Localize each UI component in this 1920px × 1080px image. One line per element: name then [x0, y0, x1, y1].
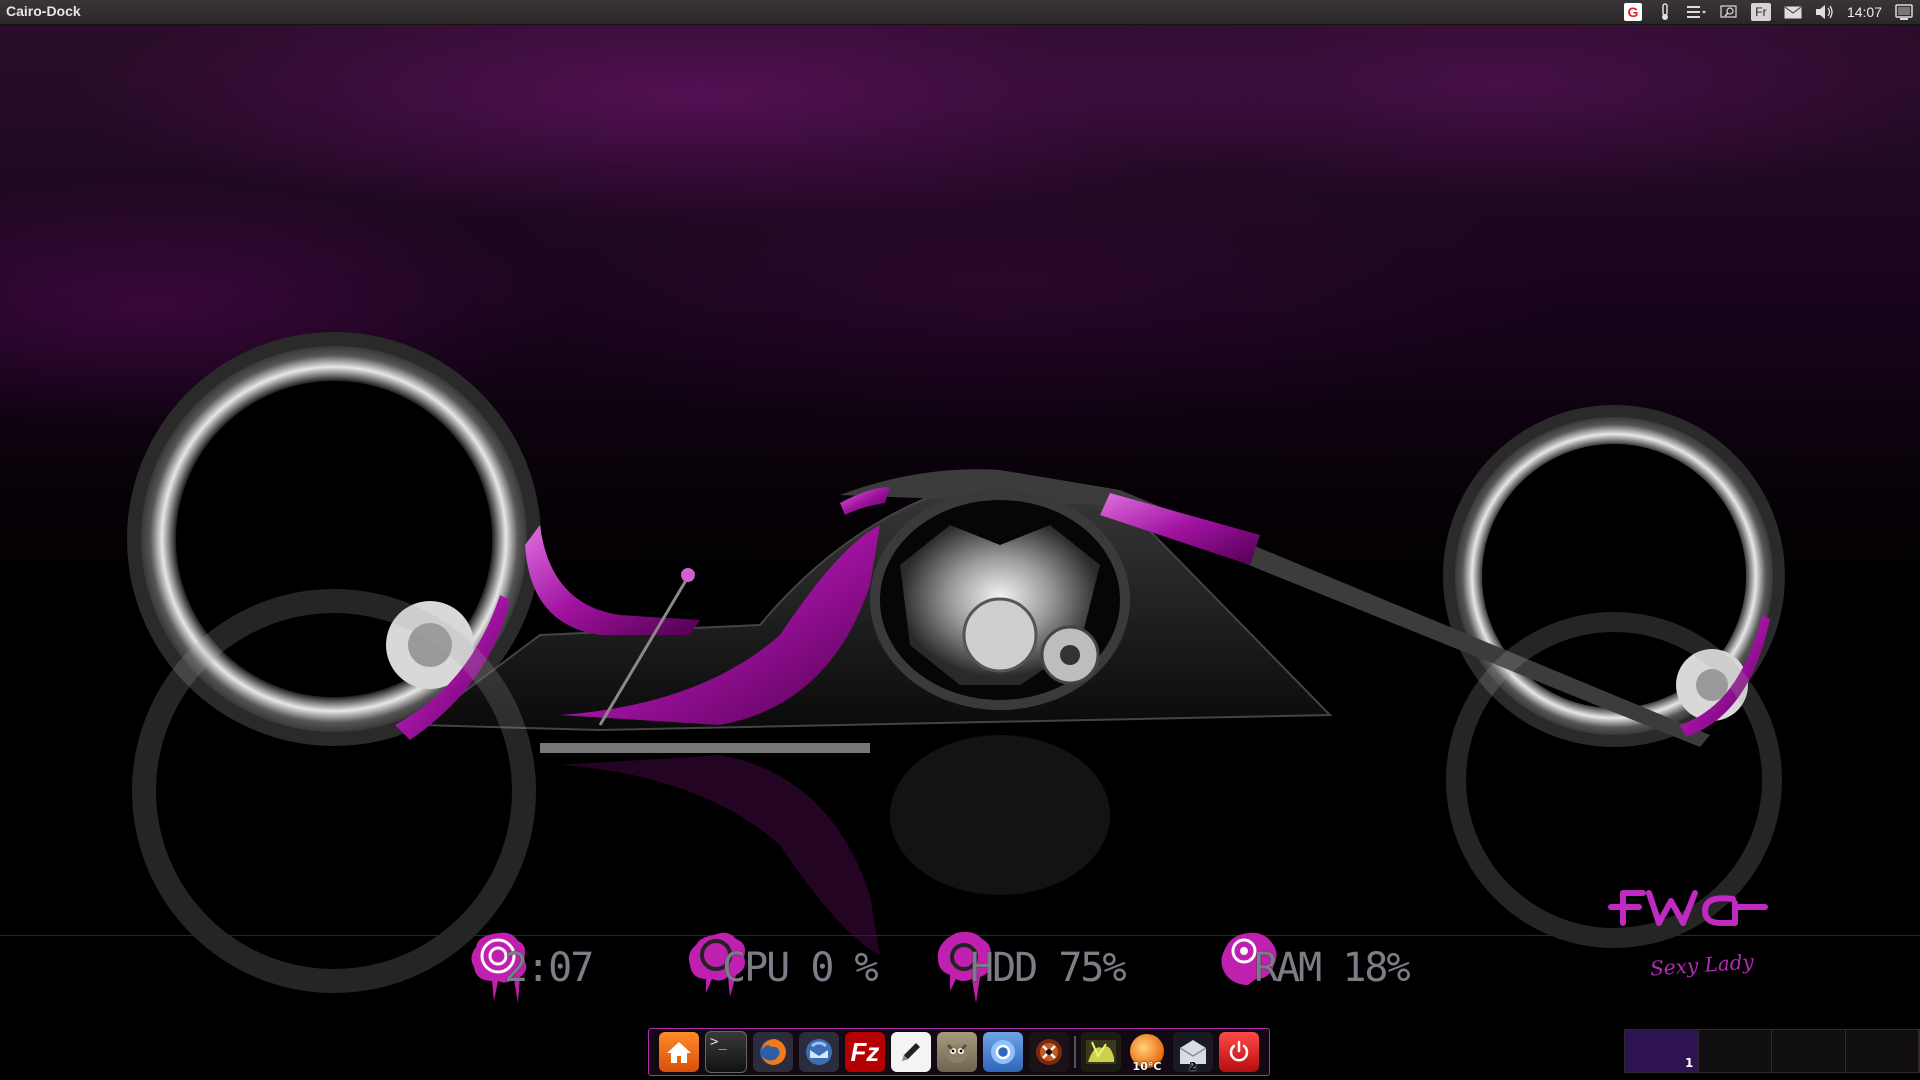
workspace-4[interactable] [1845, 1030, 1919, 1072]
home-icon[interactable] [659, 1032, 699, 1072]
pencil-icon[interactable] [891, 1032, 931, 1072]
top-panel: Cairo-Dock G Fr 14:07 [0, 0, 1920, 25]
workspace-2[interactable] [1698, 1030, 1772, 1072]
terminal-icon[interactable]: >_ [705, 1031, 747, 1073]
media-icon[interactable] [1029, 1032, 1069, 1072]
ram-value: RAM 18% [1254, 945, 1411, 991]
google-icon[interactable]: G [1620, 0, 1646, 24]
chromium-icon[interactable] [983, 1032, 1023, 1072]
mail-icon[interactable]: 2 [1173, 1032, 1213, 1073]
cpu-desklet[interactable]: CPU 0 % [686, 928, 879, 1008]
cairo-dock: >_ Fz 10°C 2 [648, 1028, 1270, 1076]
clock-value: 2:07 [504, 945, 594, 991]
mail-icon[interactable] [1780, 0, 1806, 24]
desktop-wallpaper: Sexy Lady [0, 25, 1920, 1080]
fwa-logo [1608, 890, 1768, 926]
search-icon[interactable] [1716, 0, 1742, 24]
gimp-icon[interactable] [937, 1032, 977, 1072]
filezilla-icon[interactable]: Fz [845, 1032, 885, 1072]
clock-desklet[interactable]: 2:07 [468, 928, 594, 1008]
workspace-switcher: 1 [1624, 1029, 1920, 1073]
thermometer-icon[interactable] [1652, 0, 1678, 24]
image-icon[interactable] [1081, 1032, 1121, 1072]
system-tray: G Fr 14:07 [1617, 0, 1920, 24]
volume-icon[interactable] [1812, 0, 1838, 24]
session-icon[interactable] [1891, 0, 1917, 24]
ram-desklet[interactable]: RAM 18% [1218, 928, 1411, 1008]
mail-unread-count: 2 [1189, 1060, 1197, 1073]
workspace-3[interactable] [1772, 1030, 1846, 1072]
window-title: Cairo-Dock [6, 3, 81, 19]
dock-separator [1074, 1036, 1076, 1068]
clock[interactable]: 14:07 [1841, 4, 1888, 20]
power-icon[interactable] [1219, 1032, 1259, 1072]
cpu-value: CPU 0 % [722, 945, 879, 991]
thunderbird-icon[interactable] [799, 1032, 839, 1072]
hdd-value: HDD 75% [970, 945, 1127, 991]
weather-temperature: 10°C [1132, 1060, 1162, 1073]
hdd-desklet[interactable]: HDD 75% [934, 928, 1127, 1008]
firefox-icon[interactable] [753, 1032, 793, 1072]
menu-icon[interactable] [1684, 0, 1710, 24]
keyboard-layout-icon[interactable]: Fr [1748, 0, 1774, 24]
weather-icon[interactable]: 10°C [1127, 1032, 1167, 1073]
workspace-number: 1 [1685, 1056, 1694, 1070]
